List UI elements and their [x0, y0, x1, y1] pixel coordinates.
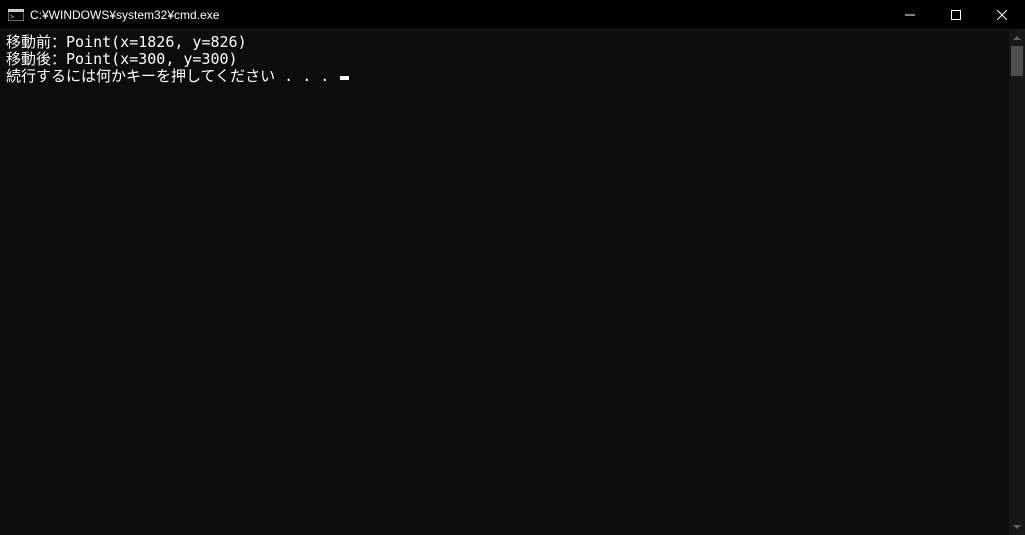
scroll-up-arrow-icon[interactable] — [1009, 30, 1025, 46]
vertical-scrollbar[interactable] — [1009, 30, 1025, 535]
prompt-text: 続行するには何かキーを押してください . . . — [6, 67, 338, 85]
titlebar-left: >_ C:¥WINDOWS¥system32¥cmd.exe — [0, 8, 219, 22]
minimize-button[interactable] — [887, 0, 933, 30]
terminal-area: 移動前：Point(x=1826, y=826)移動後：Point(x=300,… — [0, 30, 1025, 535]
terminal-output[interactable]: 移動前：Point(x=1826, y=826)移動後：Point(x=300,… — [0, 30, 1009, 535]
svg-text:>_: >_ — [10, 13, 19, 21]
cursor — [340, 76, 349, 80]
scroll-down-arrow-icon[interactable] — [1009, 519, 1025, 535]
maximize-button[interactable] — [933, 0, 979, 30]
cmd-icon: >_ — [8, 8, 24, 22]
scroll-thumb[interactable] — [1011, 46, 1023, 76]
titlebar: >_ C:¥WINDOWS¥system32¥cmd.exe — [0, 0, 1025, 30]
window-title: C:¥WINDOWS¥system32¥cmd.exe — [30, 8, 219, 22]
window-controls — [887, 0, 1025, 29]
output-line: 続行するには何かキーを押してください . . . — [6, 68, 1003, 85]
close-button[interactable] — [979, 0, 1025, 30]
output-line: 移動前：Point(x=1826, y=826) — [6, 34, 1003, 51]
output-line: 移動後：Point(x=300, y=300) — [6, 51, 1003, 68]
